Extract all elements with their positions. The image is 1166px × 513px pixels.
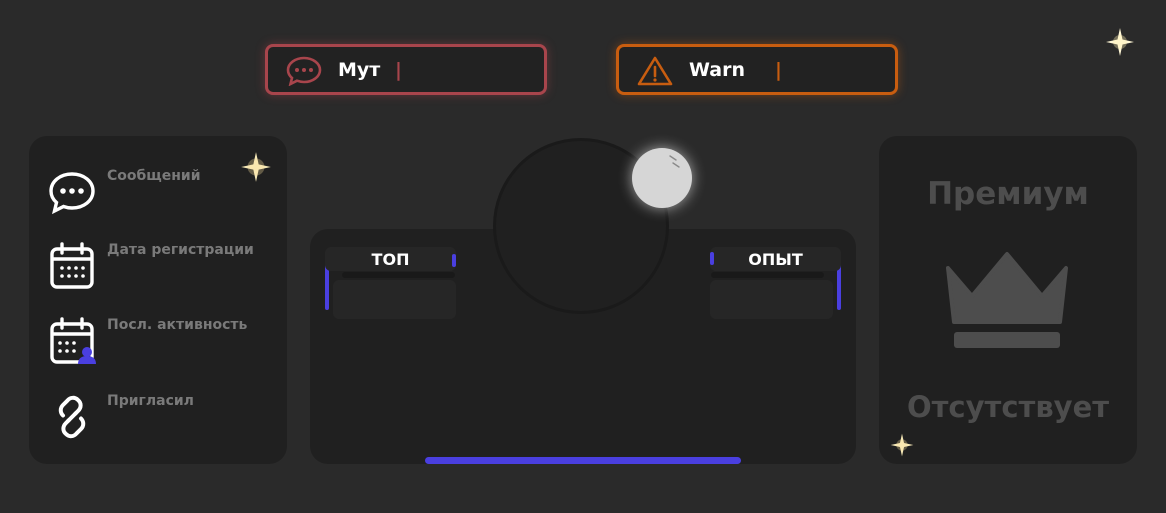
calendar-user-icon	[50, 317, 96, 364]
warning-triangle-icon	[637, 56, 673, 86]
calendar-icon	[50, 242, 94, 289]
xp-accent-tick	[710, 252, 714, 265]
user-info-card: Сообщений Дата регистрации Посл. активно…	[29, 136, 287, 464]
warn-status: Warn |	[616, 44, 898, 95]
sparkle-icon	[890, 433, 914, 457]
sparkle-icon	[1106, 28, 1134, 56]
info-label-last-activity: Посл. активность	[107, 317, 248, 333]
link-icon	[58, 395, 86, 439]
sparkle-icon	[241, 152, 271, 182]
info-label-registration: Дата регистрации	[107, 242, 254, 258]
premium-status: Отсутствует	[906, 390, 1110, 424]
mute-status: Мут |	[265, 44, 547, 95]
premium-card: Премиум Отсутствует	[879, 136, 1137, 464]
online-status-indicator	[632, 148, 692, 208]
xp-progress-bar	[425, 457, 741, 464]
mute-label: Мут	[338, 59, 381, 81]
info-label-invited: Пригласил	[107, 393, 194, 409]
chat-bubble-icon	[286, 56, 322, 86]
warn-label: Warn	[689, 59, 745, 81]
chat-bubble-icon	[49, 172, 95, 215]
top-accent-tick	[452, 254, 456, 267]
xp-value-box	[710, 280, 833, 319]
xp-label: ОПЫТ	[748, 250, 803, 269]
info-label-messages: Сообщений	[107, 168, 201, 184]
top-label: ТОП	[371, 250, 410, 269]
mute-value: |	[395, 59, 402, 81]
premium-title: Премиум	[927, 176, 1089, 212]
top-divider	[342, 272, 455, 278]
shine-icon	[669, 155, 680, 168]
xp-divider	[711, 272, 824, 278]
warn-value: |	[775, 59, 782, 81]
crown-icon	[946, 252, 1068, 348]
top-value-box	[333, 280, 456, 319]
